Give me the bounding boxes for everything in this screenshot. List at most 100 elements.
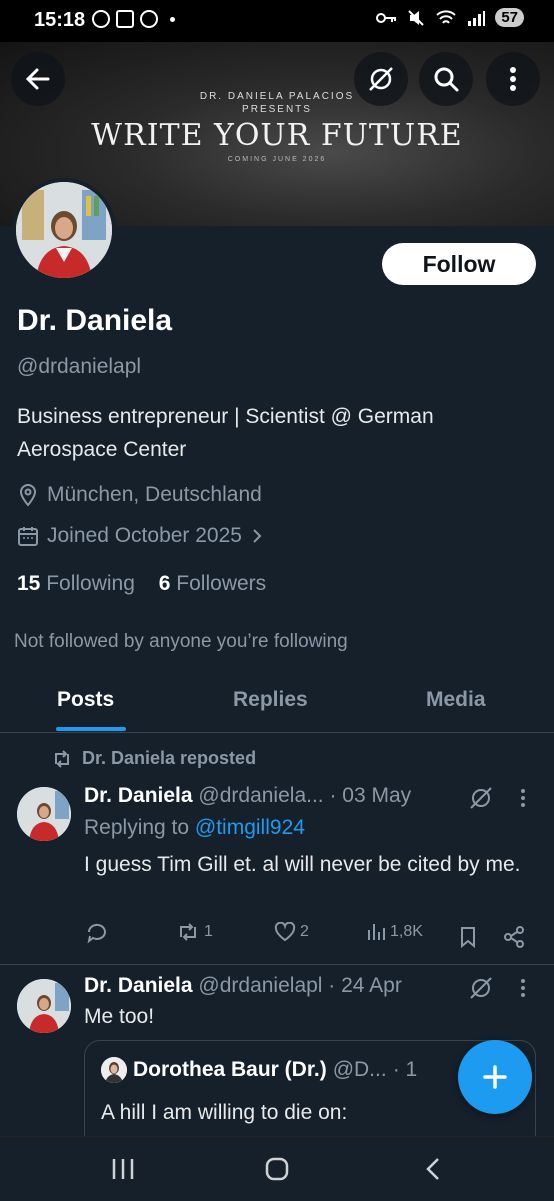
- post-avatar[interactable]: [17, 979, 71, 1033]
- views-chart-icon: [368, 924, 385, 940]
- quoted-avatar: [101, 1057, 127, 1083]
- follow-stats: 15 Following 6 Followers: [17, 572, 266, 596]
- tab-replies[interactable]: Replies: [233, 688, 308, 712]
- post-handle-date: @drdanielapl · 24 Apr: [198, 974, 402, 997]
- tab-media[interactable]: Media: [426, 688, 486, 712]
- followers-link[interactable]: 6 Followers: [159, 572, 266, 595]
- post-actions: 1 2 1,8K: [84, 922, 530, 952]
- repost-count: 1: [204, 923, 213, 940]
- heart-icon: [274, 922, 296, 942]
- screenshot-icon: [116, 10, 134, 28]
- grok-icon: [369, 67, 393, 91]
- repost-label[interactable]: Dr. Daniela reposted: [52, 748, 256, 769]
- post-more-icon[interactable]: [520, 978, 526, 998]
- post-handle-date: @drdaniela... · 03 May: [198, 784, 412, 807]
- more-options-button[interactable]: [486, 52, 540, 106]
- profile-handle: @drdanielapl: [17, 355, 142, 378]
- followers-count: 6: [158, 572, 171, 595]
- not-followed-notice: Not followed by anyone you’re following: [14, 631, 348, 652]
- location-pin-icon: [19, 483, 37, 507]
- grok-post-icon[interactable]: [468, 785, 494, 811]
- back-button[interactable]: [11, 52, 65, 106]
- tab-posts[interactable]: Posts: [57, 688, 114, 712]
- replying-handle-link[interactable]: @timgill924: [195, 816, 305, 839]
- avatar-image: [16, 182, 112, 278]
- wifi-icon: [436, 9, 457, 24]
- quoted-text: A hill I am willing to die on:: [101, 1101, 348, 1124]
- banner-presents: PRESENTS: [242, 104, 312, 115]
- profile-name: Dr. Daniela: [17, 304, 173, 337]
- post-divider: [0, 964, 554, 965]
- signal-icon: [468, 10, 486, 26]
- profile-bio: Business entrepreneur | Scientist @ Germ…: [17, 405, 434, 461]
- media-icon: [140, 10, 158, 28]
- share-icon[interactable]: [503, 926, 525, 948]
- grok-button[interactable]: [354, 52, 408, 106]
- active-tab-indicator: [56, 727, 126, 731]
- quoted-handle: @D...: [332, 1058, 387, 1081]
- compose-post-button[interactable]: [458, 1040, 532, 1114]
- profile-joined[interactable]: Joined October 2025: [17, 524, 264, 548]
- joined-text: Joined October 2025: [47, 524, 242, 547]
- app-notification-icon: [92, 10, 110, 28]
- post-author[interactable]: Dr. Daniela: [84, 974, 193, 997]
- post-header: Dr. Daniela @drdaniela... · 03 May: [84, 784, 411, 808]
- status-time: 15:18: [34, 9, 86, 31]
- quoted-avatar-image: [101, 1057, 127, 1083]
- profile-avatar[interactable]: [12, 178, 116, 282]
- reply-button[interactable]: [86, 922, 112, 944]
- battery-indicator: 57: [495, 8, 524, 27]
- banner-presenter-name: DR. DANIELA PALACIOS: [199, 91, 355, 102]
- quoted-date: · 1: [392, 1058, 418, 1081]
- post-avatar[interactable]: [17, 787, 71, 841]
- post-more-icon[interactable]: [520, 788, 526, 808]
- banner-presenter: DR. DANIELA PALACIOS PRESENTS: [0, 90, 554, 116]
- like-button[interactable]: 2: [274, 922, 309, 942]
- repost-button[interactable]: 1: [176, 922, 213, 942]
- repost-action-icon: [180, 923, 196, 941]
- quoted-author: Dorothea Baur (Dr.): [133, 1058, 327, 1081]
- mute-icon: [408, 9, 425, 26]
- bookmark-icon[interactable]: [459, 926, 477, 948]
- more-vertical-icon: [510, 67, 516, 91]
- post-avatar-image: [17, 979, 71, 1033]
- replying-to: Replying to @timgill924: [84, 816, 305, 840]
- status-bar: 15:18 57: [0, 0, 554, 42]
- home-icon[interactable]: [264, 1157, 290, 1181]
- banner-subtext: COMING JUNE 2026: [227, 156, 327, 163]
- following-label: Following: [46, 572, 135, 595]
- system-icons: 57: [375, 8, 524, 27]
- more-notifications-icon: [170, 16, 175, 22]
- replying-prefix: Replying to: [84, 816, 190, 839]
- back-nav-icon[interactable]: [424, 1157, 442, 1181]
- post-header: Dr. Daniela @drdanielapl · 24 Apr: [84, 974, 402, 998]
- following-link[interactable]: 15 Following: [17, 572, 135, 595]
- following-count: 15: [17, 572, 41, 595]
- key-icon: [376, 12, 397, 23]
- reply-icon: [87, 923, 106, 944]
- chevron-right-icon: [253, 529, 262, 543]
- search-icon: [434, 67, 459, 92]
- post-text: I guess Tim Gill et. al will never be ci…: [84, 853, 521, 876]
- quoted-post-header: Dorothea Baur (Dr.) @D... · 1: [101, 1057, 417, 1083]
- system-nav-bar: [0, 1136, 554, 1201]
- back-arrow-icon: [25, 68, 50, 90]
- views-button[interactable]: 1,8K: [366, 922, 423, 942]
- profile-tabs: Posts Replies Media: [0, 680, 554, 733]
- view-count: 1,8K: [390, 923, 423, 940]
- followers-label: Followers: [176, 572, 267, 595]
- follow-button[interactable]: Follow: [382, 243, 536, 285]
- post-text: Me too!: [84, 1005, 155, 1028]
- like-count: 2: [300, 923, 309, 940]
- repost-icon: [55, 749, 69, 768]
- plus-icon: [483, 1065, 507, 1089]
- search-button[interactable]: [419, 52, 473, 106]
- repost-label-text: Dr. Daniela reposted: [82, 748, 257, 768]
- recent-apps-icon[interactable]: [110, 1157, 136, 1181]
- post-author[interactable]: Dr. Daniela: [84, 784, 193, 807]
- post-avatar-image: [17, 787, 71, 841]
- notification-icons: [92, 10, 175, 28]
- grok-post-icon[interactable]: [468, 975, 494, 1001]
- profile-location: München, Deutschland: [17, 483, 262, 507]
- location-text: München, Deutschland: [47, 483, 262, 506]
